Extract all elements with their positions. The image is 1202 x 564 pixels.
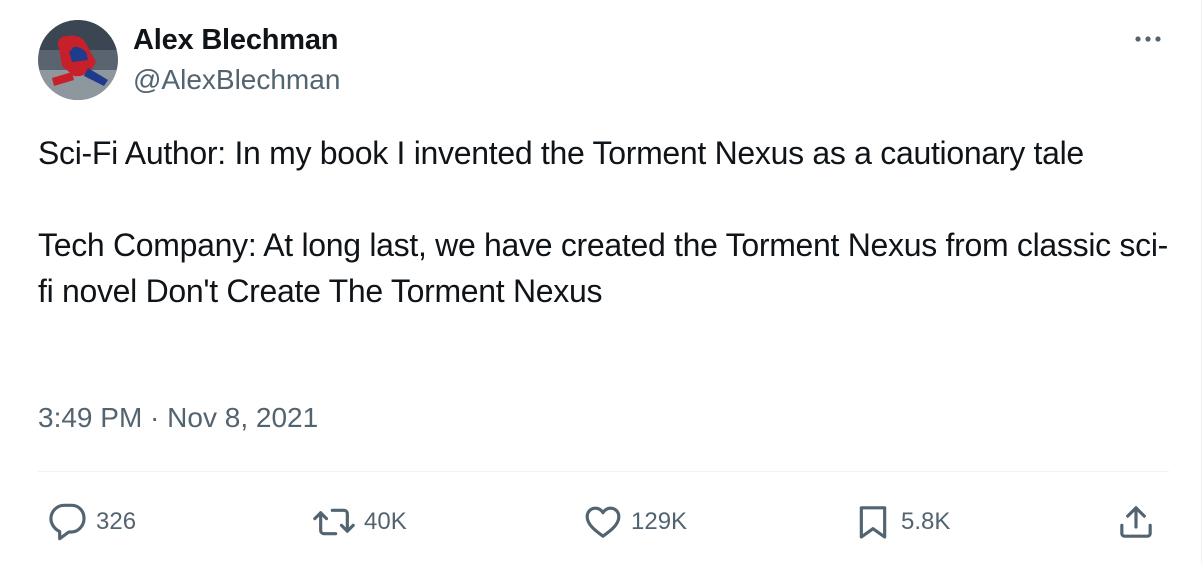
bookmark-count: 5.8K: [901, 508, 951, 535]
more-icon[interactable]: [1128, 26, 1168, 52]
heart-icon: [583, 502, 623, 542]
divider: [38, 471, 1169, 472]
like-count: 129K: [631, 508, 688, 535]
avatar[interactable]: [38, 20, 118, 100]
share-button[interactable]: [1116, 500, 1156, 544]
like-button[interactable]: 129K: [583, 500, 687, 544]
tweet-card: Alex Blechman @AlexBlechman Sci-Fi Autho…: [0, 0, 1202, 564]
retweet-count: 40K: [364, 508, 407, 535]
reply-count: 326: [96, 508, 137, 535]
share-icon: [1116, 502, 1156, 542]
retweet-button[interactable]: 40K: [312, 500, 407, 544]
avatar-image: [38, 20, 118, 100]
bookmark-icon: [853, 502, 893, 542]
tweet-text: Sci-Fi Author: In my book I invented the…: [38, 130, 1168, 314]
bookmark-button[interactable]: 5.8K: [853, 500, 950, 544]
reply-button[interactable]: 326: [48, 500, 136, 544]
tweet-time[interactable]: 3:49 PM: [38, 402, 142, 433]
retweet-icon: [312, 502, 356, 542]
timestamp-separator: ·: [142, 402, 168, 433]
tweet-paragraph: Tech Company: At long last, we have crea…: [38, 227, 1168, 309]
author-handle[interactable]: @AlexBlechman: [133, 63, 340, 97]
reply-icon: [48, 502, 88, 542]
tweet-date[interactable]: Nov 8, 2021: [167, 402, 318, 433]
author-name[interactable]: Alex Blechman: [133, 22, 339, 58]
timestamp[interactable]: 3:49 PM · Nov 8, 2021: [38, 400, 318, 436]
tweet-paragraph: Sci-Fi Author: In my book I invented the…: [38, 135, 1084, 171]
